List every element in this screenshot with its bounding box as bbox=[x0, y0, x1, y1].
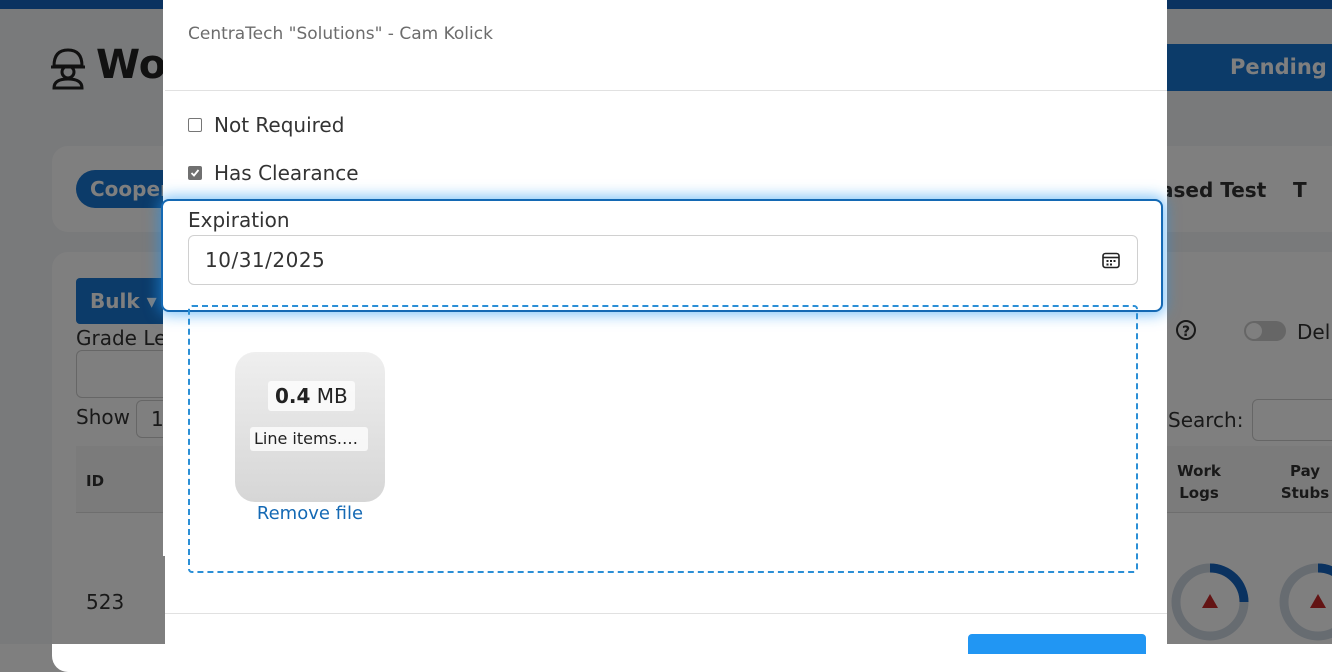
calendar-icon[interactable] bbox=[1101, 250, 1121, 270]
file-size: 0.4 MB bbox=[268, 381, 355, 411]
modal-subtitle: CentraTech "Solutions" - Cam Kolick bbox=[188, 24, 493, 44]
not-required-checkbox[interactable] bbox=[188, 118, 202, 132]
expiration-label: Expiration bbox=[188, 208, 290, 232]
save-button[interactable] bbox=[968, 634, 1146, 654]
file-preview: 0.4 MB Line items.p... bbox=[235, 352, 385, 502]
divider bbox=[165, 613, 1167, 614]
divider bbox=[165, 90, 1167, 91]
clearance-modal: CentraTech "Solutions" - Cam Kolick Not … bbox=[161, 0, 1167, 654]
file-dropzone[interactable]: 0.4 MB Line items.p... Remove file bbox=[188, 305, 1138, 573]
remove-file-link[interactable]: Remove file bbox=[235, 503, 385, 524]
has-clearance-checkbox[interactable] bbox=[188, 166, 202, 180]
expiration-date-value: 10/31/2025 bbox=[205, 248, 326, 272]
not-required-row[interactable]: Not Required bbox=[188, 113, 344, 137]
expiration-date-input[interactable]: 10/31/2025 bbox=[188, 235, 1138, 285]
has-clearance-row[interactable]: Has Clearance bbox=[188, 161, 359, 185]
has-clearance-label: Has Clearance bbox=[214, 161, 359, 185]
file-name: Line items.p... bbox=[250, 427, 368, 451]
not-required-label: Not Required bbox=[214, 113, 345, 137]
